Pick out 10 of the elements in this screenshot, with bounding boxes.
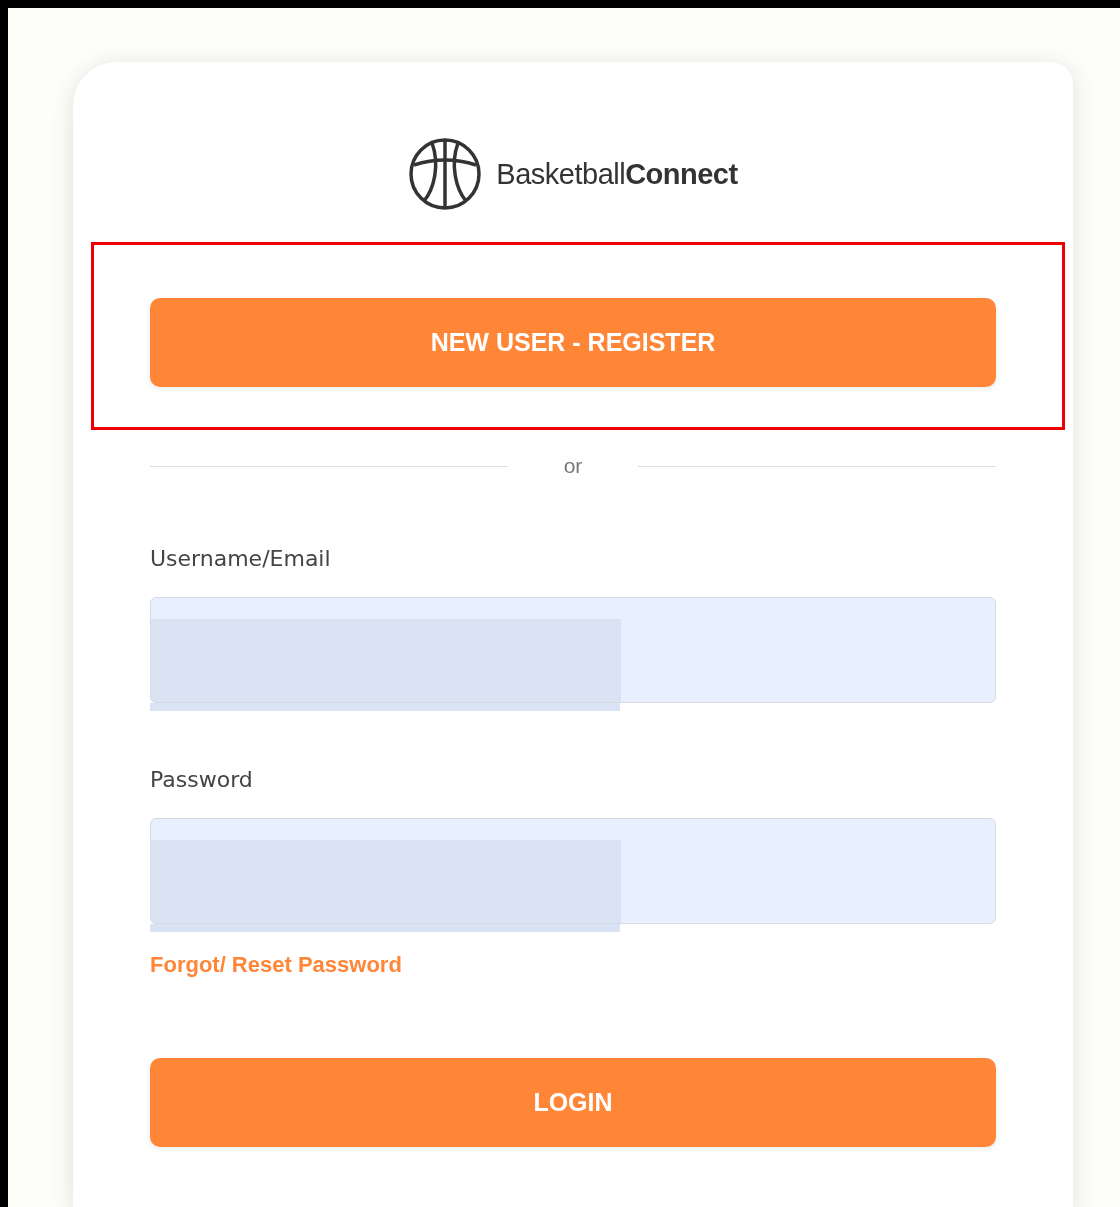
basketball-icon	[408, 137, 483, 211]
input-field[interactable]	[150, 818, 996, 924]
logo-text: BasketballConnect	[496, 157, 738, 191]
divider-label: or	[563, 454, 583, 478]
field-label: Password	[150, 767, 254, 792]
login-button[interactable]: LOGIN	[150, 1058, 996, 1147]
forgot-password-link[interactable]: Forgot/ Reset Password	[150, 952, 402, 978]
field-label: Username/Email	[150, 546, 332, 571]
register-button[interactable]: NEW USER - REGISTER	[150, 298, 996, 387]
input-field[interactable]	[150, 597, 996, 703]
